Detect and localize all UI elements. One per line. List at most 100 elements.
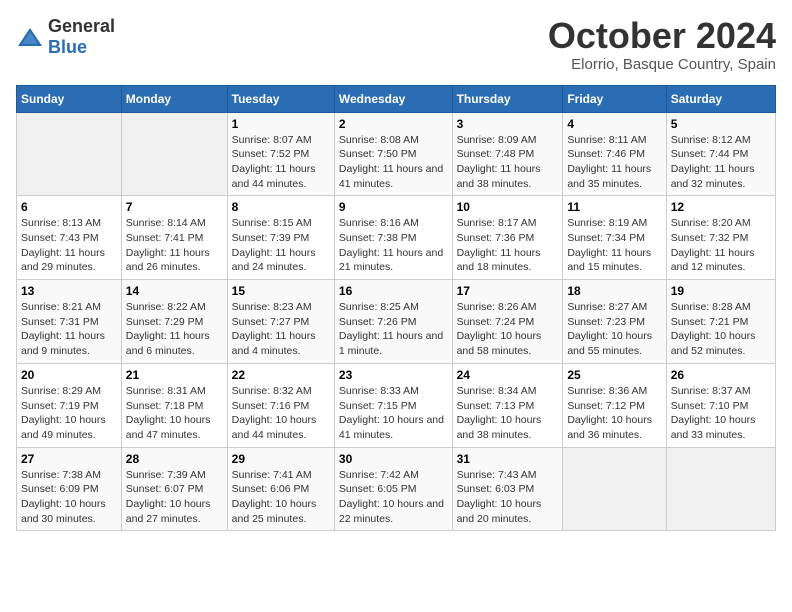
calendar-cell: 28Sunrise: 7:39 AMSunset: 6:07 PMDayligh…	[121, 447, 227, 531]
week-row-0: 1Sunrise: 8:07 AMSunset: 7:52 PMDaylight…	[17, 112, 776, 196]
calendar-cell	[666, 447, 775, 531]
calendar-cell: 13Sunrise: 8:21 AMSunset: 7:31 PMDayligh…	[17, 280, 122, 364]
day-number: 13	[21, 284, 117, 298]
day-info: Sunrise: 8:33 AMSunset: 7:15 PMDaylight:…	[339, 384, 448, 443]
calendar-cell: 26 Sunrise: 8:37 AMSunset: 7:10 PMDayligh…	[666, 363, 775, 447]
day-number: 16	[339, 284, 448, 298]
day-number: 2	[339, 117, 448, 131]
day-number: 18	[567, 284, 661, 298]
day-number: 5	[671, 117, 771, 131]
day-number: 21	[126, 368, 223, 382]
day-info: Sunrise: 8:17 AMSunset: 7:36 PMDaylight:…	[457, 216, 559, 275]
day-number: 31	[457, 452, 559, 466]
calendar-cell: 8Sunrise: 8:15 AMSunset: 7:39 PMDaylight…	[227, 196, 334, 280]
calendar-body: 1Sunrise: 8:07 AMSunset: 7:52 PMDaylight…	[17, 112, 776, 531]
header-saturday: Saturday	[666, 85, 775, 112]
calendar-cell	[563, 447, 666, 531]
logo-general: General	[48, 16, 115, 36]
calendar-cell: 24Sunrise: 8:34 AMSunset: 7:13 PMDayligh…	[452, 363, 563, 447]
calendar-cell: 2 Sunrise: 8:08 AMSunset: 7:50 PMDaylight…	[334, 112, 452, 196]
day-info: Sunrise: 8:26 AMSunset: 7:24 PMDaylight:…	[457, 300, 559, 359]
calendar-cell: 23 Sunrise: 8:33 AMSunset: 7:15 PMDayligh…	[334, 363, 452, 447]
day-info: Sunrise: 8:12 AMSunset: 7:44 PMDaylight:…	[671, 133, 771, 192]
day-number: 20	[21, 368, 117, 382]
day-info: Sunrise: 8:23 AMSunset: 7:27 PMDaylight:…	[232, 300, 330, 359]
day-info: Sunrise: 8:37 AMSunset: 7:10 PMDaylight:…	[671, 384, 771, 443]
calendar-cell	[17, 112, 122, 196]
calendar-cell: 21Sunrise: 8:31 AMSunset: 7:18 PMDayligh…	[121, 363, 227, 447]
day-number: 12	[671, 200, 771, 214]
day-info: Sunrise: 8:08 AMSunset: 7:50 PMDaylight:…	[339, 133, 448, 192]
week-row-3: 20 Sunrise: 8:29 AMSunset: 7:19 PMDayligh…	[17, 363, 776, 447]
day-info: Sunrise: 8:16 AMSunset: 7:38 PMDaylight:…	[339, 216, 448, 275]
calendar-cell	[121, 112, 227, 196]
day-number: 17	[457, 284, 559, 298]
day-info: Sunrise: 8:11 AMSunset: 7:46 PMDaylight:…	[567, 133, 661, 192]
calendar-cell: 5 Sunrise: 8:12 AMSunset: 7:44 PMDaylight…	[666, 112, 775, 196]
day-info: Sunrise: 8:25 AMSunset: 7:26 PMDaylight:…	[339, 300, 448, 359]
week-row-2: 13Sunrise: 8:21 AMSunset: 7:31 PMDayligh…	[17, 280, 776, 364]
page-header: General Blue October 2024 Elorrio, Basqu…	[16, 16, 776, 73]
calendar-cell: 11 Sunrise: 8:19 AMSunset: 7:34 PMDayligh…	[563, 196, 666, 280]
calendar-cell: 14 Sunrise: 8:22 AMSunset: 7:29 PMDayligh…	[121, 280, 227, 364]
calendar-cell: 10 Sunrise: 8:17 AMSunset: 7:36 PMDayligh…	[452, 196, 563, 280]
calendar-cell: 20 Sunrise: 8:29 AMSunset: 7:19 PMDayligh…	[17, 363, 122, 447]
logo-blue: Blue	[48, 37, 87, 57]
calendar-cell: 17 Sunrise: 8:26 AMSunset: 7:24 PMDayligh…	[452, 280, 563, 364]
day-info: Sunrise: 8:09 AMSunset: 7:48 PMDaylight:…	[457, 133, 559, 192]
calendar-cell: 12Sunrise: 8:20 AMSunset: 7:32 PMDayligh…	[666, 196, 775, 280]
header-tuesday: Tuesday	[227, 85, 334, 112]
day-number: 23	[339, 368, 448, 382]
header-thursday: Thursday	[452, 85, 563, 112]
day-number: 19	[671, 284, 771, 298]
main-title: October 2024	[548, 16, 776, 56]
day-info: Sunrise: 8:36 AMSunset: 7:12 PMDaylight:…	[567, 384, 661, 443]
day-info: Sunrise: 8:28 AMSunset: 7:21 PMDaylight:…	[671, 300, 771, 359]
calendar-cell: 31Sunrise: 7:43 AMSunset: 6:03 PMDayligh…	[452, 447, 563, 531]
title-block: October 2024 Elorrio, Basque Country, Sp…	[548, 16, 776, 73]
week-row-1: 6Sunrise: 8:13 AMSunset: 7:43 PMDaylight…	[17, 196, 776, 280]
day-info: Sunrise: 7:38 AMSunset: 6:09 PMDaylight:…	[21, 468, 117, 527]
day-info: Sunrise: 8:22 AMSunset: 7:29 PMDaylight:…	[126, 300, 223, 359]
week-row-4: 27 Sunrise: 7:38 AMSunset: 6:09 PMDayligh…	[17, 447, 776, 531]
day-number: 3	[457, 117, 559, 131]
day-number: 27	[21, 452, 117, 466]
day-info: Sunrise: 7:42 AMSunset: 6:05 PMDaylight:…	[339, 468, 448, 527]
header-wednesday: Wednesday	[334, 85, 452, 112]
logo: General Blue	[16, 16, 115, 58]
day-info: Sunrise: 8:15 AMSunset: 7:39 PMDaylight:…	[232, 216, 330, 275]
day-number: 15	[232, 284, 330, 298]
calendar-cell: 16 Sunrise: 8:25 AMSunset: 7:26 PMDayligh…	[334, 280, 452, 364]
calendar-cell: 4 Sunrise: 8:11 AMSunset: 7:46 PMDaylight…	[563, 112, 666, 196]
day-number: 11	[567, 200, 661, 214]
header-monday: Monday	[121, 85, 227, 112]
calendar-cell: 30Sunrise: 7:42 AMSunset: 6:05 PMDayligh…	[334, 447, 452, 531]
day-info: Sunrise: 8:29 AMSunset: 7:19 PMDaylight:…	[21, 384, 117, 443]
day-number: 4	[567, 117, 661, 131]
day-info: Sunrise: 7:41 AMSunset: 6:06 PMDaylight:…	[232, 468, 330, 527]
day-number: 9	[339, 200, 448, 214]
subtitle: Elorrio, Basque Country, Spain	[548, 56, 776, 73]
calendar-cell: 27 Sunrise: 7:38 AMSunset: 6:09 PMDayligh…	[17, 447, 122, 531]
day-number: 7	[126, 200, 223, 214]
day-number: 26	[671, 368, 771, 382]
calendar-cell: 18Sunrise: 8:27 AMSunset: 7:23 PMDayligh…	[563, 280, 666, 364]
calendar-cell: 6Sunrise: 8:13 AMSunset: 7:43 PMDaylight…	[17, 196, 122, 280]
calendar-cell: 1Sunrise: 8:07 AMSunset: 7:52 PMDaylight…	[227, 112, 334, 196]
day-number: 22	[232, 368, 330, 382]
day-info: Sunrise: 8:34 AMSunset: 7:13 PMDaylight:…	[457, 384, 559, 443]
day-info: Sunrise: 8:19 AMSunset: 7:34 PMDaylight:…	[567, 216, 661, 275]
calendar-table: SundayMondayTuesdayWednesdayThursdayFrid…	[16, 85, 776, 532]
header-friday: Friday	[563, 85, 666, 112]
calendar-cell: 22Sunrise: 8:32 AMSunset: 7:16 PMDayligh…	[227, 363, 334, 447]
calendar-cell: 29 Sunrise: 7:41 AMSunset: 6:06 PMDayligh…	[227, 447, 334, 531]
day-number: 25	[567, 368, 661, 382]
day-number: 1	[232, 117, 330, 131]
calendar-header-row: SundayMondayTuesdayWednesdayThursdayFrid…	[17, 85, 776, 112]
header-sunday: Sunday	[17, 85, 122, 112]
day-info: Sunrise: 8:14 AMSunset: 7:41 PMDaylight:…	[126, 216, 223, 275]
day-number: 14	[126, 284, 223, 298]
day-number: 10	[457, 200, 559, 214]
day-number: 29	[232, 452, 330, 466]
calendar-cell: 7 Sunrise: 8:14 AMSunset: 7:41 PMDaylight…	[121, 196, 227, 280]
